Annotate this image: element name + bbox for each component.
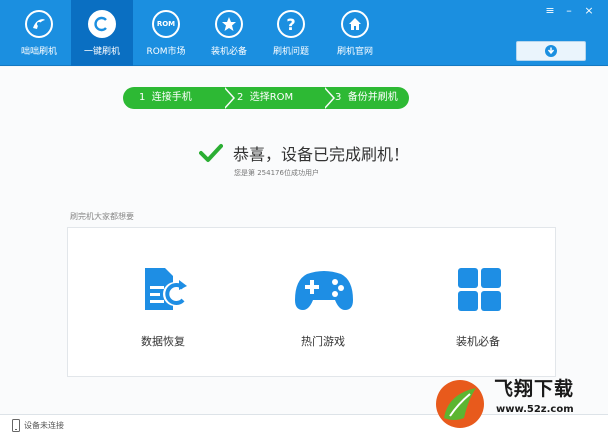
star-icon <box>215 10 243 38</box>
nav-item-flash-faq[interactable]: ? 刷机问题 <box>260 0 322 66</box>
nav-item-brand[interactable]: 咄咄刷机 <box>8 0 70 66</box>
success-message: 恭喜，设备已完成刷机！ <box>199 140 409 166</box>
menu-button[interactable]: ≡ <box>543 5 557 17</box>
nav-label-brand: 咄咄刷机 <box>20 47 57 57</box>
home-icon <box>341 10 369 38</box>
recommend-card: 数据恢复 热门游戏 装机必备 <box>67 227 556 377</box>
nav-label-flash-faq: 刷机问题 <box>272 47 309 57</box>
feature-label-essentials: 装机必备 <box>456 335 500 348</box>
data-recovery-icon <box>139 266 189 314</box>
apps-grid-icon <box>454 266 504 314</box>
phone-icon <box>12 419 20 432</box>
step-3-label: 备份并刷机 <box>347 92 398 103</box>
rom-icon: ROM <box>152 10 180 38</box>
question-icon: ? <box>277 10 305 38</box>
watermark: 飞翔下载 www.52z.com <box>432 374 608 436</box>
check-icon <box>199 144 223 162</box>
recommend-title: 刷完机大家都想要 <box>70 212 134 221</box>
phone-brand-icon <box>25 10 53 38</box>
step-2-label: 选择ROM <box>249 92 294 103</box>
step-2-number: 2 <box>237 92 244 103</box>
nav-item-official-site[interactable]: 刷机官网 <box>324 0 386 66</box>
main-content: 1 连接手机 2 选择ROM 3 备份并刷机 恭喜，设备已完成刷机！ 您是第 2… <box>0 67 608 414</box>
device-status-text: 设备未连接 <box>24 421 64 430</box>
nav-label-official-site: 刷机官网 <box>336 47 373 57</box>
step-1-number: 1 <box>139 92 146 103</box>
success-subtitle: 您是第 254176位成功用户 <box>234 169 319 177</box>
watermark-url: www.52z.com <box>496 404 574 415</box>
feature-essentials[interactable]: 装机必备 <box>418 228 538 378</box>
nav-label-essentials: 装机必备 <box>210 47 247 57</box>
nav-item-one-click-flash[interactable]: 一键刷机 <box>71 0 133 66</box>
feature-data-recovery[interactable]: 数据恢复 <box>103 228 223 378</box>
feature-hot-games[interactable]: 热门游戏 <box>263 228 383 378</box>
minimize-button[interactable]: – <box>562 5 576 17</box>
watermark-title: 飞翔下载 <box>494 378 575 400</box>
feature-label-data-recovery: 数据恢复 <box>141 335 185 348</box>
nav-item-rom-market[interactable]: ROM ROM市场 <box>135 0 197 66</box>
step-connect-phone: 1 连接手机 <box>123 87 235 109</box>
success-title: 恭喜，设备已完成刷机！ <box>233 145 410 164</box>
step-1-label: 连接手机 <box>151 92 192 103</box>
step-3-number: 3 <box>335 92 342 103</box>
close-button[interactable]: × <box>582 5 596 17</box>
nav-label-rom-market: ROM市场 <box>146 47 186 57</box>
step-select-rom: 2 选择ROM <box>221 87 335 109</box>
flash-c-icon <box>88 10 116 38</box>
gamepad-icon <box>293 266 355 314</box>
watermark-logo-icon <box>436 380 484 428</box>
download-button[interactable] <box>516 41 586 61</box>
nav-item-essentials[interactable]: 装机必备 <box>198 0 260 66</box>
rom-icon-text: ROM <box>156 20 176 28</box>
nav-label-one-click-flash: 一键刷机 <box>83 47 120 57</box>
feature-label-hot-games: 热门游戏 <box>301 335 345 348</box>
download-icon <box>545 45 557 57</box>
top-navigation-bar: 咄咄刷机 一键刷机 ROM ROM市场 装机必备 ? 刷机问题 刷机官网 ≡ –… <box>0 0 608 66</box>
